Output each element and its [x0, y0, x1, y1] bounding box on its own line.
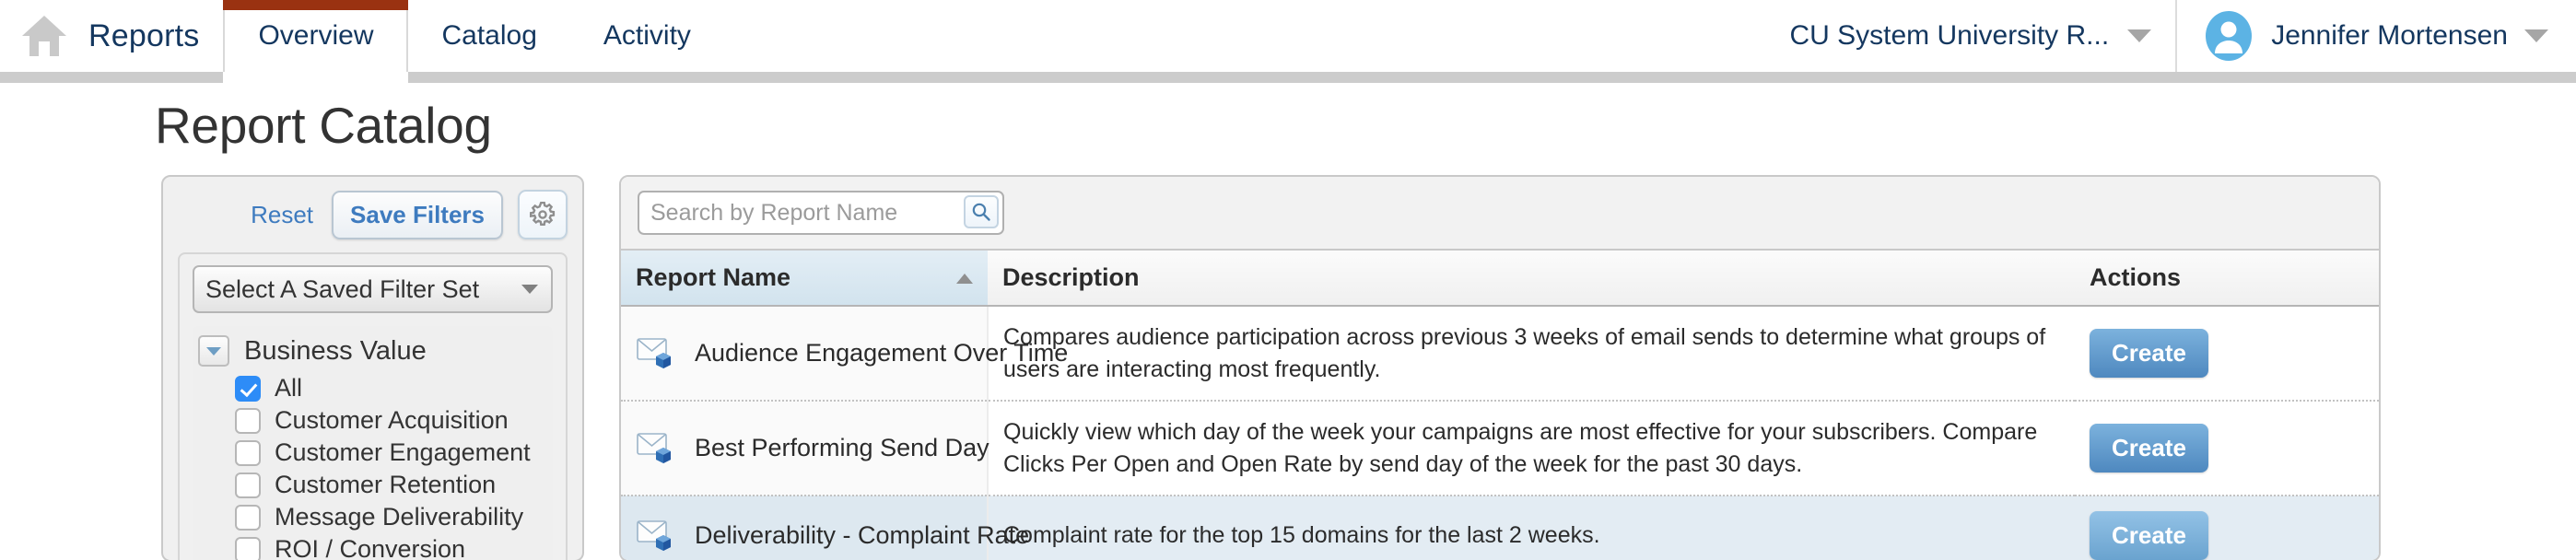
filter-option-label: ROI / Conversion: [275, 535, 466, 560]
home-icon[interactable]: [20, 14, 68, 58]
report-name-label: Best Performing Send Day: [695, 434, 989, 461]
tab-activity-label: Activity: [603, 20, 691, 51]
sort-ascending-icon: [956, 273, 973, 284]
tab-overview-label: Overview: [258, 20, 374, 51]
checkbox-customer-acquisition[interactable]: [235, 407, 261, 434]
reset-filters-link[interactable]: Reset: [251, 201, 317, 229]
table-header-row: Report Name Description Actions: [621, 251, 2379, 307]
tab-activity[interactable]: Activity: [570, 0, 724, 72]
column-header-label: Description: [1002, 263, 1140, 291]
filter-option-label: Message Deliverability: [275, 503, 524, 531]
report-description-cell: Compares audience participation across p…: [988, 306, 2075, 402]
filter-option-customer-acquisition[interactable]: Customer Acquisition: [198, 404, 553, 437]
search-bar: [621, 177, 2379, 251]
avatar: [2203, 10, 2254, 62]
email-report-icon: [637, 337, 671, 368]
filter-option-all[interactable]: All: [198, 372, 553, 404]
page-body: Report Catalog Reset Save Filters Select…: [0, 72, 2576, 560]
search-icon: [972, 203, 990, 221]
column-header-actions: Actions: [2075, 251, 2379, 307]
filter-option-label: Customer Engagement: [275, 438, 531, 466]
chevron-down-icon: [521, 285, 538, 294]
email-report-icon: [637, 432, 671, 463]
gear-icon: [530, 202, 556, 226]
create-report-button[interactable]: Create: [2090, 329, 2208, 378]
filter-option-message-deliverability[interactable]: Message Deliverability: [198, 501, 553, 533]
nav-tabs: Overview Catalog Activity: [223, 0, 724, 83]
filter-actions: Reset Save Filters: [178, 190, 568, 252]
brand-label: Reports: [88, 18, 200, 53]
saved-filter-set-select[interactable]: Select A Saved Filter Set: [193, 265, 553, 313]
column-header-label: Actions: [2090, 263, 2182, 291]
checkbox-roi-conversion[interactable]: [235, 536, 261, 560]
report-actions-cell: Create: [2075, 496, 2379, 560]
report-description-cell: Quickly view which day of the week your …: [988, 401, 2075, 496]
filter-group-header[interactable]: Business Value: [198, 332, 553, 372]
user-menu-label: Jennifer Mortensen: [2271, 20, 2508, 51]
org-selector-label: CU System University R...: [1789, 20, 2110, 51]
filter-panel: Reset Save Filters Select A Saved Filter…: [161, 175, 584, 560]
saved-filter-set-value: Select A Saved Filter Set: [205, 274, 480, 303]
column-header-report-name[interactable]: Report Name: [621, 251, 988, 307]
page-content: Reset Save Filters Select A Saved Filter…: [0, 155, 2576, 560]
filter-option-roi-conversion[interactable]: ROI / Conversion: [198, 533, 553, 560]
chevron-down-icon: [2524, 29, 2548, 42]
table-row[interactable]: Audience Engagement Over Time Compares a…: [621, 306, 2379, 402]
checkbox-all[interactable]: [235, 375, 261, 402]
report-name-cell: Best Performing Send Day: [621, 401, 989, 496]
filter-option-label: Customer Retention: [275, 471, 497, 498]
filter-option-label: Customer Acquisition: [275, 406, 509, 434]
checkbox-customer-engagement[interactable]: [235, 439, 261, 466]
filter-option-customer-retention[interactable]: Customer Retention: [198, 469, 553, 501]
filter-settings-button[interactable]: [518, 190, 568, 239]
report-actions-cell: Create: [2075, 306, 2379, 402]
filter-option-customer-engagement[interactable]: Customer Engagement: [198, 437, 553, 469]
column-header-description[interactable]: Description: [988, 251, 2075, 307]
search-input[interactable]: [639, 192, 1002, 233]
column-header-label: Report Name: [636, 263, 791, 291]
checkbox-message-deliverability[interactable]: [235, 504, 261, 531]
brand-home[interactable]: Reports: [0, 0, 223, 72]
tab-overview[interactable]: Overview: [223, 0, 409, 83]
report-name-cell: Deliverability - Complaint Rate: [621, 496, 1029, 560]
filter-body: Select A Saved Filter Set Business Value…: [178, 252, 568, 560]
search-button[interactable]: [964, 195, 999, 228]
report-name-label: Deliverability - Complaint Rate: [695, 521, 1030, 549]
filter-group-business-value: Business Value All Customer Acquisition …: [193, 326, 553, 560]
page-title: Report Catalog: [155, 97, 492, 154]
email-report-icon: [637, 519, 671, 551]
search-field-wrapper: [638, 191, 1004, 235]
filter-group-title: Business Value: [244, 335, 427, 366]
chevron-down-icon: [206, 346, 221, 356]
top-navigation-bar: Reports Overview Catalog Activity CU Sys…: [0, 0, 2576, 83]
tab-catalog-label: Catalog: [441, 20, 537, 51]
save-filters-button[interactable]: Save Filters: [332, 190, 503, 239]
report-actions-cell: Create: [2075, 401, 2379, 496]
report-catalog-table: Report Name Description Actions Audience…: [621, 251, 2379, 560]
report-catalog-panel: Report Name Description Actions: [619, 175, 2381, 560]
create-report-button[interactable]: Create: [2090, 511, 2208, 560]
chevron-down-icon: [2127, 29, 2152, 42]
user-menu[interactable]: Jennifer Mortensen: [2177, 0, 2576, 72]
tab-catalog[interactable]: Catalog: [408, 0, 569, 72]
filter-option-label: All: [275, 374, 303, 402]
account-area: CU System University R... Jennifer Morte…: [1765, 0, 2576, 72]
report-description-text: Complaint rate for the top 15 domains fo…: [1003, 522, 1600, 549]
table-row[interactable]: Best Performing Send Day Quickly view wh…: [621, 401, 2379, 496]
report-description-text: Quickly view which day of the week your …: [1003, 419, 2038, 477]
report-description-text: Compares audience participation across p…: [1003, 324, 2046, 382]
filter-group-toggle[interactable]: [198, 335, 229, 367]
org-selector[interactable]: CU System University R...: [1765, 0, 2178, 72]
table-row[interactable]: Deliverability - Complaint Rate Complain…: [621, 496, 2379, 560]
report-description-cell: Complaint rate for the top 15 domains fo…: [988, 496, 2075, 560]
create-report-button[interactable]: Create: [2090, 424, 2208, 472]
report-name-cell: Audience Engagement Over Time: [621, 306, 1068, 402]
checkbox-customer-retention[interactable]: [235, 472, 261, 498]
